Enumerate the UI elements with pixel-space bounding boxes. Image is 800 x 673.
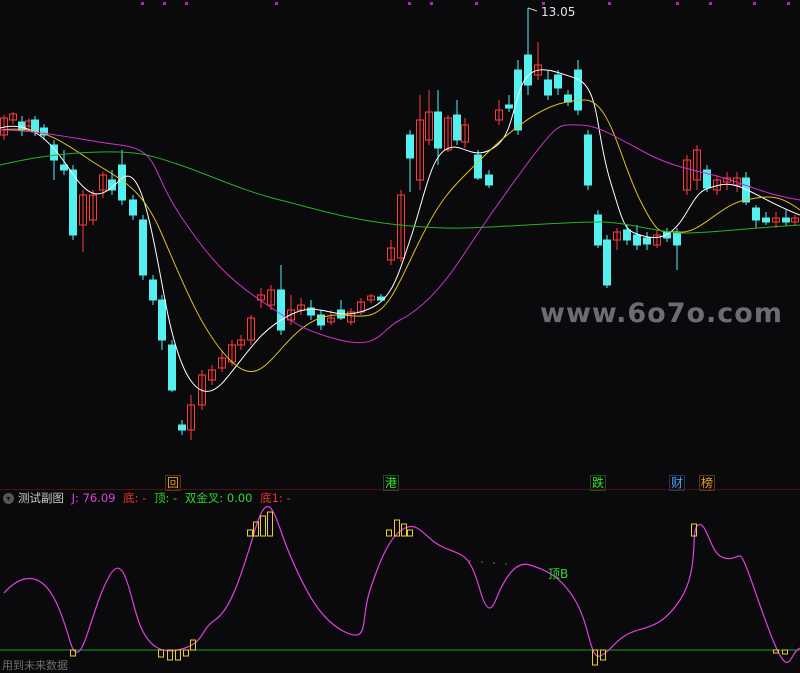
faint-dot [469,560,471,562]
candle-body [643,237,651,245]
candle-body [453,114,461,141]
candle-body [158,299,166,341]
candle-body [544,79,552,96]
top-b-label: 顶B [548,567,569,581]
signal-bar [183,649,189,657]
ding-value: 顶: - [154,491,178,505]
candle-body [633,234,641,246]
j-value: J: 76.09 [71,491,116,505]
candle-body [31,119,39,133]
candle-body [434,111,442,149]
candle-body [149,279,157,301]
candle-body [277,289,285,331]
signal-bar [247,529,253,537]
candle-body [782,217,790,223]
signal-bar [175,649,181,661]
moving-average-line [0,69,800,392]
candle-body [485,174,493,186]
signal-bar [158,649,164,658]
signal-bar [167,649,173,661]
di1-value: 底1: - [260,491,291,505]
signal-bar [386,529,392,537]
signal-bar [260,515,266,537]
faint-dot [505,563,507,565]
candle-body [129,199,137,216]
peak-pointer [527,7,538,12]
faint-dot [481,561,483,563]
candle-body [514,69,522,131]
peak-price-label: 13.05 [541,5,576,19]
golden-cross-value: 双金叉: 0.00 [184,491,253,505]
candle-body [139,219,147,276]
candle-body [505,104,513,109]
candle-body [524,54,532,86]
candle-body [594,214,602,246]
indicator-chart[interactable] [0,505,800,672]
candle-body [168,344,176,391]
candle-body [762,217,770,223]
future-data-note: 用到未来数据 [2,659,68,672]
candle-body [474,154,482,179]
candle-body [752,207,760,221]
signal-bar [407,529,413,537]
candle-body [178,424,186,431]
signal-bar [782,649,788,655]
collapse-icon[interactable]: ▾ [3,493,14,504]
candle-body [50,144,58,161]
indicator-header: ▾ 测试副图 J: 76.09 底: - 顶: - 双金叉: 0.00 底1: - [0,490,800,506]
candle-body [584,134,592,186]
candle-body [60,164,68,171]
di-value: 底: - [123,491,147,505]
main-kline-chart[interactable] [0,0,800,490]
faint-dot [493,562,495,564]
candle-body [623,229,631,241]
indicator-name[interactable]: 测试副图 [18,491,64,505]
signal-bar [267,511,273,537]
watermark: www.6o7o.com [540,298,783,329]
candle-body [69,169,77,236]
candle-body [406,134,414,159]
candle-body [574,69,582,111]
candle-body [673,231,681,246]
candle-body [554,74,562,89]
candle-body [603,239,611,286]
